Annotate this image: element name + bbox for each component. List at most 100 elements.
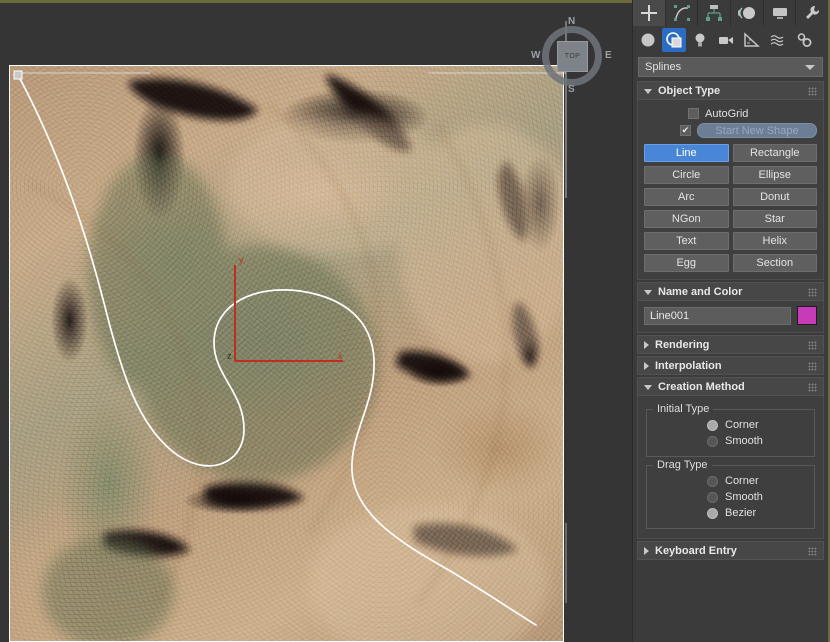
category-space-warps[interactable] <box>766 28 790 52</box>
group-initial-type: Initial Type Corner Smooth <box>646 403 815 457</box>
category-lights[interactable] <box>688 28 712 52</box>
viewcube-label-east[interactable]: E <box>605 50 612 61</box>
drag-type-corner-radio[interactable] <box>707 475 718 487</box>
tab-hierarchy[interactable] <box>698 0 732 26</box>
drag-type-bezier-row: Bezier <box>655 505 806 521</box>
rollout-object-type-title: Object Type <box>658 84 721 97</box>
category-systems[interactable] <box>792 28 816 52</box>
drag-type-smooth-label: Smooth <box>725 491 763 503</box>
plus-icon <box>640 5 657 21</box>
object-type-button-helix[interactable]: Helix <box>732 232 817 250</box>
initial-type-smooth-radio[interactable] <box>707 435 718 447</box>
grip-icon[interactable] <box>808 362 817 371</box>
rollout-keyboard-entry: Keyboard Entry <box>637 541 824 560</box>
object-type-button-egg[interactable]: Egg <box>644 254 729 272</box>
rollout-keyboard-entry-header[interactable]: Keyboard Entry <box>637 541 824 560</box>
rollout-name-and-color-header[interactable]: Name and Color <box>637 282 824 301</box>
viewcube-face-top[interactable]: TOP <box>557 41 588 72</box>
object-type-button-star[interactable]: Star <box>732 210 817 228</box>
object-type-button-arc[interactable]: Arc <box>644 188 729 206</box>
object-name-input[interactable]: Line001 <box>644 306 791 325</box>
motion-icon <box>737 7 755 19</box>
object-category-dropdown[interactable]: Splines <box>638 57 823 77</box>
rollout-interpolation-header[interactable]: Interpolation <box>637 356 824 375</box>
object-type-button-section[interactable]: Section <box>732 254 817 272</box>
rollout-name-and-color-body: Line001 <box>637 301 824 333</box>
chevron-down-icon <box>805 65 815 70</box>
axis-tripod-gizmo: y x z <box>227 255 343 362</box>
object-type-button-donut[interactable]: Donut <box>732 188 817 206</box>
drag-type-bezier-label: Bezier <box>725 507 757 519</box>
grip-icon[interactable] <box>808 87 817 96</box>
modify-icon <box>673 5 690 21</box>
object-category-row <box>633 26 828 54</box>
grip-icon[interactable] <box>808 341 817 350</box>
category-helpers[interactable] <box>740 28 764 52</box>
category-shapes[interactable] <box>662 28 686 52</box>
initial-type-smooth-row: Smooth <box>655 433 806 449</box>
start-new-shape-checkbox[interactable]: ✔ <box>680 125 691 136</box>
initial-type-corner-radio[interactable] <box>707 419 718 431</box>
rollout-interpolation: Interpolation <box>637 356 824 375</box>
initial-type-corner-row: Corner <box>655 417 806 433</box>
rollout-creation-method-header[interactable]: Creation Method <box>637 377 824 396</box>
object-category-dropdown-value: Splines <box>645 61 682 73</box>
group-initial-type-title: Initial Type <box>653 403 714 415</box>
object-type-button-grid: Line Rectangle Circle Ellipse Arc Donut … <box>644 144 817 272</box>
category-geometry[interactable] <box>636 28 660 52</box>
rollout-object-type: Object Type AutoGrid ✔ Start New Shape L… <box>637 81 824 280</box>
object-type-button-circle[interactable]: Circle <box>644 166 729 184</box>
chevron-down-icon <box>644 385 652 390</box>
drag-type-bezier-radio[interactable] <box>707 507 718 519</box>
chevron-down-icon <box>644 89 652 94</box>
group-drag-type-title: Drag Type <box>653 459 712 471</box>
viewcube[interactable]: TOP N S W E <box>531 16 612 95</box>
sphere-icon <box>641 33 655 47</box>
viewcube-label-west[interactable]: W <box>531 50 540 61</box>
object-type-button-ngon[interactable]: NGon <box>644 210 729 228</box>
viewcube-label-north[interactable]: N <box>568 16 575 27</box>
autogrid-row: AutoGrid <box>644 105 817 122</box>
autogrid-checkbox[interactable] <box>688 108 699 119</box>
tab-motion[interactable] <box>731 0 764 26</box>
command-panel: Splines Object Type AutoGrid ✔ Start New… <box>632 0 828 642</box>
viewcube-label-south[interactable]: S <box>568 84 575 95</box>
object-type-button-line[interactable]: Line <box>644 144 729 162</box>
rollout-creation-method: Creation Method Initial Type Corner Smoo… <box>637 377 824 539</box>
viewport-top[interactable]: y x z TOP N S W E <box>0 3 632 642</box>
tab-utilities[interactable] <box>796 0 828 26</box>
rollout-rendering-header[interactable]: Rendering <box>637 335 824 354</box>
application-window: y x z TOP N S W E Splines Object Type Au… <box>0 0 830 642</box>
grip-icon[interactable] <box>808 547 817 556</box>
rollout-rendering: Rendering <box>637 335 824 354</box>
object-type-button-text[interactable]: Text <box>644 232 729 250</box>
grip-icon[interactable] <box>808 383 817 392</box>
start-new-shape-button[interactable]: Start New Shape <box>697 123 817 138</box>
gears-icon <box>797 33 812 47</box>
check-icon: ✔ <box>681 125 690 135</box>
chevron-down-icon <box>644 290 652 295</box>
rollout-name-and-color-title: Name and Color <box>658 285 743 298</box>
bulb-icon <box>695 33 705 47</box>
tape-icon <box>744 32 760 47</box>
chevron-right-icon <box>644 340 649 349</box>
display-icon <box>772 8 787 19</box>
rollout-object-type-header[interactable]: Object Type <box>637 81 824 100</box>
autogrid-label: AutoGrid <box>705 107 749 120</box>
object-type-button-rectangle[interactable]: Rectangle <box>732 144 817 162</box>
object-color-swatch[interactable] <box>797 306 817 325</box>
start-new-shape-row: ✔ Start New Shape <box>644 122 817 139</box>
object-type-button-ellipse[interactable]: Ellipse <box>732 166 817 184</box>
grip-icon[interactable] <box>808 288 817 297</box>
rollout-rendering-title: Rendering <box>655 338 710 351</box>
tab-modify[interactable] <box>666 0 699 26</box>
drag-type-smooth-radio[interactable] <box>707 491 718 503</box>
category-cameras[interactable] <box>714 28 738 52</box>
command-panel-tabs <box>633 0 828 26</box>
tab-display[interactable] <box>764 0 797 26</box>
hierarchy-icon <box>706 5 723 21</box>
drag-type-corner-label: Corner <box>725 475 759 487</box>
tab-create[interactable] <box>633 0 666 26</box>
rollout-creation-method-body: Initial Type Corner Smooth Drag Type Cor… <box>637 396 824 539</box>
initial-type-corner-label: Corner <box>725 419 759 431</box>
